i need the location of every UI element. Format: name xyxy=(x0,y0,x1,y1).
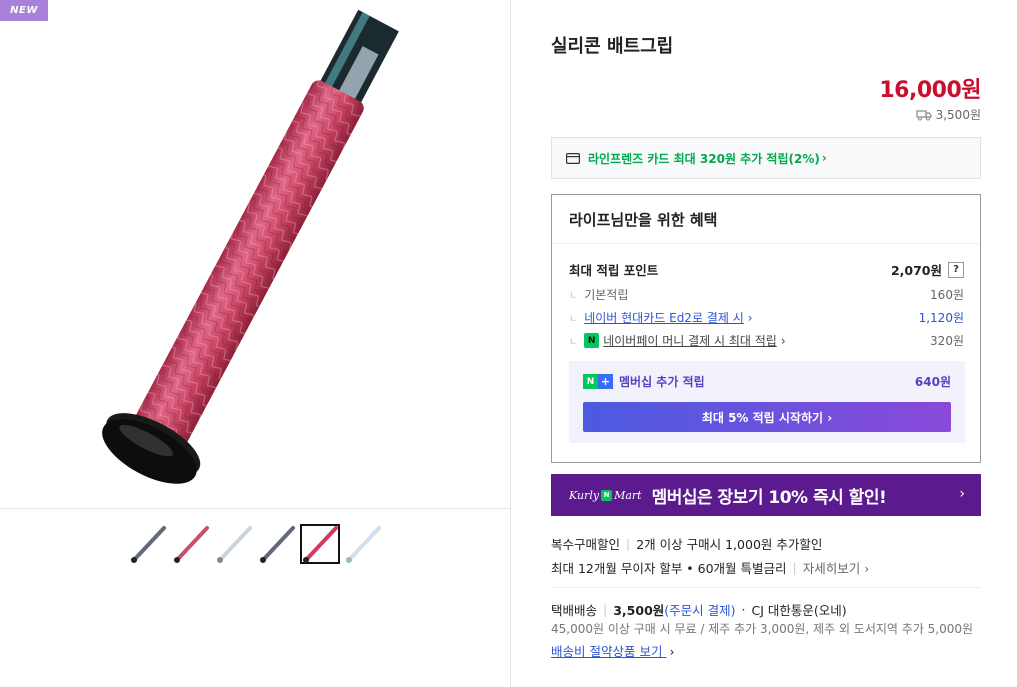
membership-box: N + 멤버십 추가 적립 640원 최대 5% 적립 시작하기 › xyxy=(569,361,965,443)
point-row-basic: ㄴ 기본적립 160원 xyxy=(569,286,964,303)
point-row-value: 1,120원 xyxy=(918,311,964,325)
membership-label: 멤버십 추가 적립 xyxy=(619,375,705,389)
main-product-image[interactable]: NEW xyxy=(0,0,511,509)
card-icon xyxy=(566,152,580,164)
kurly-mart-banner[interactable]: Kurly N Mart 멤버십은 장보기 10% 즉시 할인! › xyxy=(551,474,981,516)
thumbnail-6[interactable] xyxy=(343,524,383,564)
point-row-link[interactable]: 네이버페이 머니 결제 시 최대 적립 xyxy=(603,332,777,349)
multi-buy-discount: 복수구매할인 | 2개 이상 구매시 1,000원 추가할인 xyxy=(551,531,981,555)
branch-icon: ㄴ xyxy=(569,291,579,302)
point-row-label: 기본적립 xyxy=(584,288,629,302)
product-price: 16,000원 xyxy=(879,78,981,103)
thumbnail-1[interactable] xyxy=(128,524,168,564)
naver-pay-icon: N xyxy=(584,333,600,348)
thumbnail-4[interactable] xyxy=(257,524,297,564)
dot-separator: · xyxy=(741,601,746,617)
chevron-right-icon: › xyxy=(959,486,965,502)
kurly-logo-text: Kurly xyxy=(569,488,600,502)
separator: | xyxy=(603,601,608,617)
shipping-saver-link[interactable]: 배송비 절약상품 보기 › xyxy=(551,641,674,660)
details-link[interactable]: 자세히보기 › xyxy=(803,558,869,577)
multi-buy-label: 복수구매할인 xyxy=(551,536,621,552)
delivery-fee-note: (주문시 결제) xyxy=(664,602,736,618)
chevron-right-icon: › xyxy=(821,151,827,165)
thumbnail-list xyxy=(128,524,383,564)
naver-plus-icon: N + xyxy=(583,374,613,389)
thumbnail-2[interactable] xyxy=(171,524,211,564)
thumbnail-3[interactable] xyxy=(214,524,254,564)
point-row-hyundai-card[interactable]: ㄴ 네이버 현대카드 Ed2로 결제 시 › 1,120원 xyxy=(569,309,964,326)
thumbnail-5-selected[interactable] xyxy=(300,524,340,564)
branch-icon: ㄴ xyxy=(569,314,579,325)
shipping-fee-value: 3,500원 xyxy=(935,108,981,122)
bat-grip-image xyxy=(102,9,399,484)
mart-logo-text: Mart xyxy=(614,488,642,502)
membership-label-row: N + 멤버십 추가 적립 xyxy=(583,373,705,390)
membership-start-button[interactable]: 최대 5% 적립 시작하기 › xyxy=(583,402,951,432)
shipping-fee: 3,500원 xyxy=(915,106,981,123)
shipping-saver-link-text: 배송비 절약상품 보기 xyxy=(551,644,663,659)
plus-icon: + xyxy=(598,374,613,389)
installment-info: 최대 12개월 무이자 할부 • 60개월 특별금리 | 자세히보기 › xyxy=(551,555,981,579)
card-benefit-text: 라인프렌즈 카드 최대 320원 추가 적립(2%) xyxy=(588,151,820,166)
installment-text: 최대 12개월 무이자 할부 • 60개월 특별금리 xyxy=(551,560,787,576)
card-benefit-banner[interactable]: 라인프렌즈 카드 최대 320원 추가 적립(2%) › xyxy=(551,137,981,179)
kurly-mart-logo: Kurly N Mart xyxy=(569,489,642,502)
point-row-value: 320원 xyxy=(930,334,964,348)
divider xyxy=(552,243,980,244)
delivery-fee: 3,500원 xyxy=(613,602,665,618)
benefit-title: 라이프님만을 위한 혜택 xyxy=(569,211,718,229)
multi-buy-desc: 2개 이상 구매시 1,000원 추가할인 xyxy=(636,536,823,552)
product-gallery: NEW xyxy=(0,0,511,687)
chevron-right-icon: › xyxy=(780,333,786,348)
product-title: 실리콘 배트그립 xyxy=(551,36,674,57)
kurly-banner-text: 멤버십은 장보기 10% 즉시 할인! xyxy=(651,487,887,508)
delivery-description: 45,000원 이상 구매 시 무료 / 제주 추가 3,000원, 제주 외 … xyxy=(551,622,974,636)
promo-section: 복수구매할인 | 2개 이상 구매시 1,000원 추가할인 최대 12개월 무… xyxy=(551,531,981,579)
point-row-npay-money[interactable]: ㄴ N 네이버페이 머니 결제 시 최대 적립 › 320원 xyxy=(569,332,964,349)
membership-value: 640원 xyxy=(914,375,951,389)
new-badge: NEW xyxy=(0,0,48,21)
delivery-label: 택배배송 xyxy=(551,602,598,618)
max-point-label: 최대 적립 포인트 xyxy=(569,263,659,278)
separator: | xyxy=(626,535,631,551)
divider xyxy=(551,587,981,588)
delivery-section: 택배배송 | 3,500원 (주문시 결제) · CJ 대한통운(오네) 45,… xyxy=(551,598,981,660)
help-icon[interactable]: ? xyxy=(948,261,964,278)
delivery-line: 택배배송 | 3,500원 (주문시 결제) · CJ 대한통운(오네) xyxy=(551,598,981,620)
branch-icon: ㄴ xyxy=(569,337,579,348)
chevron-right-icon: › xyxy=(747,310,753,325)
delivery-carrier: CJ 대한통운(오네) xyxy=(751,602,847,618)
chevron-right-icon: › xyxy=(669,644,675,659)
point-row-value: 160원 xyxy=(930,288,964,302)
truck-icon xyxy=(915,109,932,120)
naver-n-icon: N xyxy=(583,374,598,389)
max-point-value: 2,070원 xyxy=(890,263,942,278)
point-row-link[interactable]: 네이버 현대카드 Ed2로 결제 시 xyxy=(584,309,744,326)
naver-n-icon: N xyxy=(601,489,613,501)
benefit-box: 라이프님만을 위한 혜택 최대 적립 포인트 2,070원 ? ㄴ 기본적립 1… xyxy=(551,194,981,463)
max-point-row: 최대 적립 포인트 2,070원 ? xyxy=(569,260,964,279)
separator: | xyxy=(792,559,797,575)
